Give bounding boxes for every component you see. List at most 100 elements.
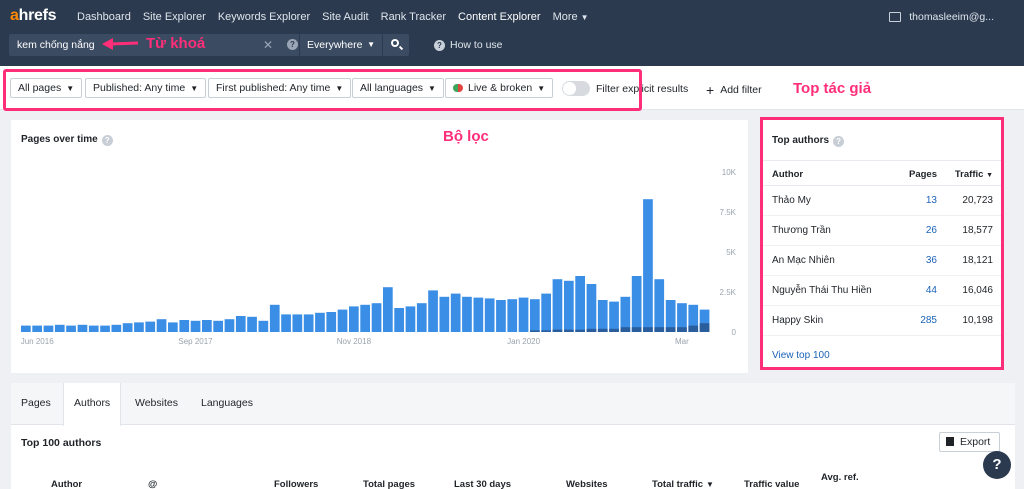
chart-bar[interactable] bbox=[654, 279, 665, 332]
author-pages-link[interactable]: 285 bbox=[920, 315, 937, 326]
filter-live-label: Live & broken bbox=[468, 82, 533, 94]
chart-bar[interactable] bbox=[416, 303, 427, 332]
tab-websites[interactable]: Websites bbox=[135, 397, 178, 409]
chart-bar[interactable] bbox=[564, 280, 574, 332]
add-filter-button[interactable]: + Add filter bbox=[706, 82, 762, 98]
chart-bar[interactable] bbox=[473, 297, 484, 332]
chart-bar[interactable] bbox=[292, 314, 303, 332]
chart-bar[interactable] bbox=[258, 320, 269, 332]
live-broken-icon bbox=[453, 84, 463, 92]
chart-bar[interactable] bbox=[337, 309, 348, 332]
chart-bar[interactable] bbox=[643, 199, 653, 332]
col-avg-ref[interactable]: Avg. ref. bbox=[821, 472, 859, 483]
chart-bar[interactable] bbox=[530, 299, 540, 332]
chart-bar-overlay bbox=[552, 329, 563, 332]
chart-bar[interactable] bbox=[224, 319, 235, 332]
chart-bar[interactable] bbox=[168, 322, 178, 332]
chart-bar[interactable] bbox=[450, 293, 461, 332]
col-traffic[interactable]: Traffic ▼ bbox=[955, 169, 993, 180]
author-name: Nguyễn Thái Thu Hiền bbox=[772, 285, 872, 296]
chart-bar[interactable] bbox=[394, 308, 404, 332]
chart-bar[interactable] bbox=[620, 296, 631, 332]
chart-bar[interactable] bbox=[213, 320, 223, 332]
chart-bar[interactable] bbox=[179, 320, 190, 332]
chart-bar[interactable] bbox=[156, 319, 167, 332]
chevron-down-icon: ▼ bbox=[537, 84, 546, 93]
chart-bar[interactable] bbox=[247, 316, 257, 332]
chart-bar[interactable] bbox=[77, 324, 88, 332]
chart-bar[interactable] bbox=[586, 284, 597, 332]
chart-bar[interactable] bbox=[281, 314, 291, 332]
chart-bar[interactable] bbox=[315, 312, 325, 332]
chart-bar[interactable] bbox=[202, 320, 212, 332]
author-traffic: 18,121 bbox=[962, 255, 993, 266]
col-followers[interactable]: Followers bbox=[274, 479, 318, 489]
chart-bar[interactable] bbox=[21, 325, 31, 332]
help-icon[interactable]: ? bbox=[101, 135, 113, 146]
chart-bar[interactable] bbox=[111, 324, 122, 332]
chart-bar[interactable] bbox=[575, 276, 585, 332]
chart-bar[interactable] bbox=[145, 321, 156, 332]
col-total-pages[interactable]: Total pages bbox=[363, 479, 415, 489]
chart-bar[interactable] bbox=[541, 293, 551, 332]
chart-bar[interactable] bbox=[383, 287, 393, 332]
author-pages-link[interactable]: 44 bbox=[926, 285, 937, 296]
chart-bar[interactable] bbox=[66, 325, 76, 332]
col-last-30-days[interactable]: Last 30 days bbox=[454, 479, 511, 489]
author-pages-link[interactable]: 26 bbox=[926, 225, 937, 236]
export-button[interactable]: Export bbox=[939, 432, 1000, 452]
author-pages-link[interactable]: 36 bbox=[926, 255, 937, 266]
author-name: Thương Trần bbox=[772, 225, 831, 236]
chart-bar[interactable] bbox=[326, 312, 337, 332]
help-icon[interactable]: ? bbox=[833, 136, 845, 147]
chart-bar[interactable] bbox=[100, 325, 110, 332]
chart-bar[interactable] bbox=[428, 290, 438, 332]
chart-bar[interactable] bbox=[597, 300, 608, 332]
y-tick-label: 2.5K bbox=[720, 288, 737, 297]
chart-bar[interactable] bbox=[190, 320, 201, 332]
chart-bar[interactable] bbox=[631, 276, 642, 332]
chart-bar[interactable] bbox=[54, 324, 65, 332]
col-total-traffic[interactable]: Total traffic ▼ bbox=[652, 479, 714, 489]
col-websites[interactable]: Websites bbox=[566, 479, 608, 489]
annotation-top-authors: Top tác giả bbox=[793, 80, 872, 97]
explicit-toggle[interactable] bbox=[562, 81, 590, 96]
chart-bar[interactable] bbox=[122, 323, 133, 332]
chart-bar[interactable] bbox=[484, 298, 495, 332]
chart-bar[interactable] bbox=[462, 296, 472, 332]
tab-authors[interactable]: Authors bbox=[63, 383, 122, 426]
chart-bar[interactable] bbox=[552, 279, 563, 332]
chart-bar[interactable] bbox=[518, 297, 529, 332]
filter-languages[interactable]: All languages ▼ bbox=[352, 78, 444, 98]
chart-bar[interactable] bbox=[371, 303, 382, 332]
tab-languages[interactable]: Languages bbox=[201, 397, 253, 409]
filter-published[interactable]: Published: Any time ▼ bbox=[85, 78, 207, 98]
chart-bar[interactable] bbox=[43, 325, 54, 332]
x-tick-label: Jun 2016 bbox=[21, 337, 54, 346]
col-at[interactable]: @ bbox=[148, 479, 157, 489]
filter-first-published[interactable]: First published: Any time ▼ bbox=[208, 78, 352, 98]
col-traffic-value[interactable]: Traffic value bbox=[744, 479, 799, 489]
chart-bar[interactable] bbox=[269, 304, 280, 332]
chart-bar[interactable] bbox=[88, 325, 99, 332]
chart-bar[interactable] bbox=[405, 306, 416, 332]
chart-bar[interactable] bbox=[609, 301, 619, 332]
chart-bar[interactable] bbox=[303, 314, 314, 332]
filter-pages[interactable]: All pages ▼ bbox=[10, 78, 83, 98]
chart-bar[interactable] bbox=[349, 306, 359, 332]
col-author[interactable]: Author bbox=[51, 479, 82, 489]
chart-bar[interactable] bbox=[507, 299, 518, 332]
chart-bar[interactable] bbox=[32, 325, 42, 332]
col-author: Author bbox=[772, 169, 804, 180]
view-top-100-link[interactable]: View top 100 bbox=[772, 350, 830, 361]
filter-live-broken[interactable]: Live & broken ▼ bbox=[445, 78, 554, 98]
chart-bar[interactable] bbox=[439, 296, 450, 332]
author-pages-link[interactable]: 13 bbox=[926, 195, 937, 206]
tab-pages[interactable]: Pages bbox=[21, 397, 51, 409]
chart-bar[interactable] bbox=[134, 322, 144, 332]
col-traffic-label: Traffic bbox=[954, 169, 984, 180]
chart-bar[interactable] bbox=[496, 300, 506, 332]
chart-bar[interactable] bbox=[360, 304, 370, 332]
help-chat-button[interactable]: ? bbox=[983, 451, 1011, 479]
chart-bar[interactable] bbox=[235, 316, 246, 332]
